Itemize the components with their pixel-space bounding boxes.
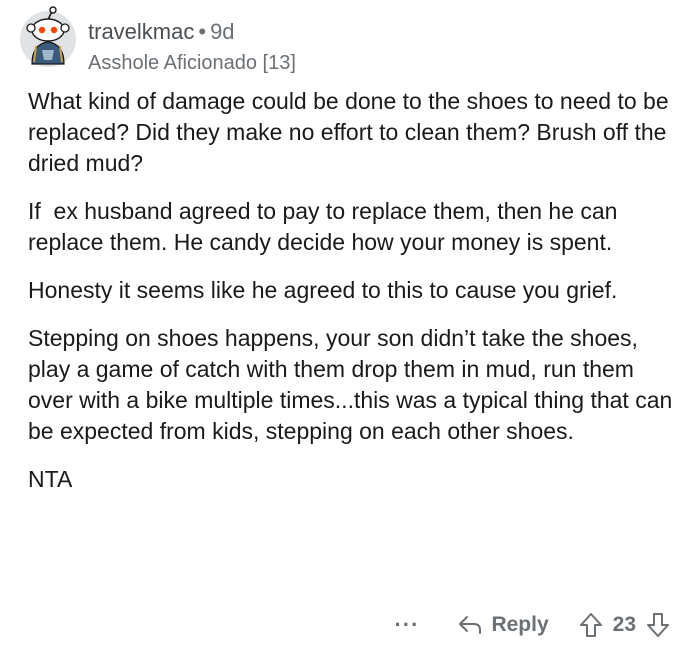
- separator-dot: •: [198, 19, 207, 44]
- upvote-arrow-icon[interactable]: [579, 612, 603, 638]
- avatar[interactable]: [18, 6, 78, 68]
- downvote-arrow-icon[interactable]: [646, 612, 670, 638]
- comment-header: travelkmac • 9d Asshole Aficionado [13]: [88, 19, 296, 75]
- user-flair: Asshole Aficionado [13]: [88, 52, 296, 74]
- comment-paragraph: Stepping on shoes happens, your son didn…: [28, 325, 679, 444]
- comment-body: What kind of damage could be done to the…: [28, 86, 678, 512]
- comment: travelkmac • 9d Asshole Aficionado [13] Wh…: [0, 0, 700, 658]
- username-link[interactable]: travelkmac: [88, 19, 194, 44]
- reply-label: Reply: [491, 613, 549, 636]
- meta-line: travelkmac • 9d: [88, 19, 296, 45]
- comment-actions: ··· Reply 23: [394, 608, 670, 642]
- comment-paragraph: Honesty it seems like he agreed to this …: [28, 277, 618, 303]
- comment-paragraph: If ex husband agreed to pay to replace t…: [28, 198, 624, 255]
- more-options-button[interactable]: ···: [394, 612, 419, 638]
- reply-arrow-icon: [459, 616, 482, 634]
- snoo-avatar-icon: [20, 6, 76, 67]
- comment-paragraph: What kind of damage could be done to the…: [28, 88, 676, 176]
- reply-button[interactable]: Reply: [457, 613, 549, 637]
- vote-controls: 23: [579, 612, 670, 638]
- vote-score: 23: [612, 613, 636, 636]
- comment-age: 9d: [210, 19, 235, 44]
- comment-paragraph: NTA: [28, 466, 73, 492]
